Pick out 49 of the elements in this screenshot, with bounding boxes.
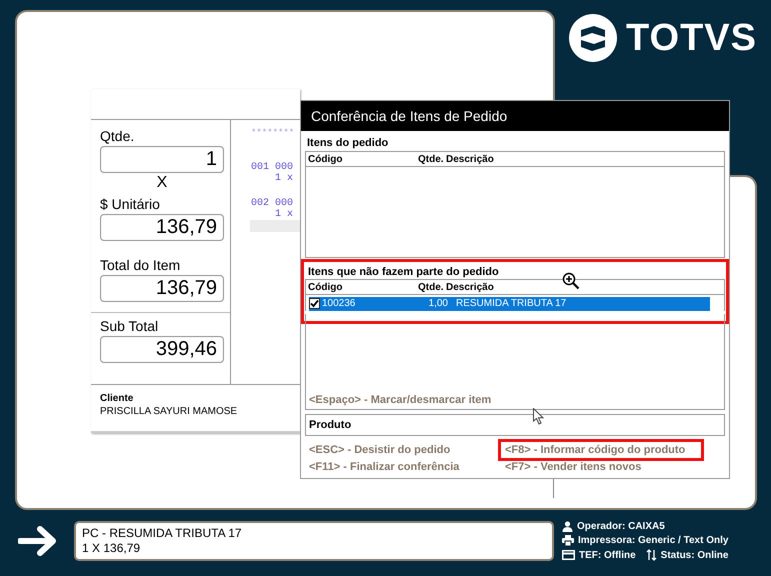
column-header: Descrição: [446, 282, 494, 293]
input-field[interactable]: 1: [100, 146, 224, 173]
hint-text: <Espaço> - Marcar/desmarcar item: [308, 394, 492, 408]
field-label: Sub Total: [100, 318, 160, 334]
card-icon: [562, 550, 575, 560]
receipt-line: 1 x: [274, 209, 294, 220]
dialog-title: Conferência de Itens de Pedido: [301, 101, 729, 131]
receipt-line: 1 x: [274, 173, 294, 184]
checkbox[interactable]: [309, 298, 320, 310]
highlight-bar: [250, 220, 300, 232]
section-title: Itens que não fazem parte do pedido: [308, 266, 500, 278]
list-row[interactable]: 100236 1,00 RESUMIDA TRIBUTA 17: [309, 296, 710, 311]
status-text: Operador: CAIXA5: [577, 521, 665, 532]
receipt-line: 002 000: [251, 198, 294, 209]
status-text: Status: Online: [660, 550, 728, 560]
status-text: Impressora: Generic / Text Only: [578, 535, 728, 546]
customer-name: PRISCILLA SAYURI MAMOSE: [100, 406, 238, 417]
input-field[interactable]: 136,79: [100, 275, 224, 302]
user-icon: [562, 521, 573, 532]
logo-icon: [568, 13, 618, 63]
column-header: Código: [308, 154, 344, 165]
printer-icon: [562, 535, 574, 546]
field-label: Total do Item: [100, 257, 182, 273]
field-label: $ Unitário: [100, 196, 161, 212]
pointer-icon: [533, 408, 544, 425]
logo-text: TOTVS: [626, 16, 757, 60]
column-header: Descrição: [446, 154, 494, 165]
message-line: 1 X 136,79: [82, 541, 142, 556]
multiply-sign: X: [156, 175, 168, 191]
input-field[interactable]: 399,46: [100, 336, 224, 363]
message-line: PC - RESUMIDA TRIBUTA 17: [82, 526, 243, 541]
receipt-line: 001 000: [251, 162, 294, 173]
transfer-icon: [646, 549, 657, 561]
zoom-cursor-icon: [562, 272, 580, 290]
arrow-right-icon: [18, 525, 58, 557]
column-header: Código: [308, 282, 344, 293]
section-title: Itens do pedido: [307, 137, 390, 149]
shortcut-hint: <ESC> - Desistir do pedido: [308, 443, 452, 458]
shortcut-hint: <F8> - Informar código do produto: [498, 439, 704, 461]
column-header: Qtde.: [418, 282, 445, 293]
customer-label: Cliente: [100, 393, 134, 404]
status-text: TEF: Offline: [579, 550, 636, 560]
product-field[interactable]: Produto: [305, 414, 725, 436]
receipt-separator: ********: [251, 128, 296, 138]
column-header: Qtde.: [418, 154, 445, 165]
shortcut-hint: <F11> - Finalizar conferência: [308, 460, 460, 475]
field-label: Qtde.: [100, 128, 136, 144]
shortcut-hint: <F7> - Vender itens novos: [504, 460, 642, 475]
input-field[interactable]: 136,79: [100, 214, 224, 241]
